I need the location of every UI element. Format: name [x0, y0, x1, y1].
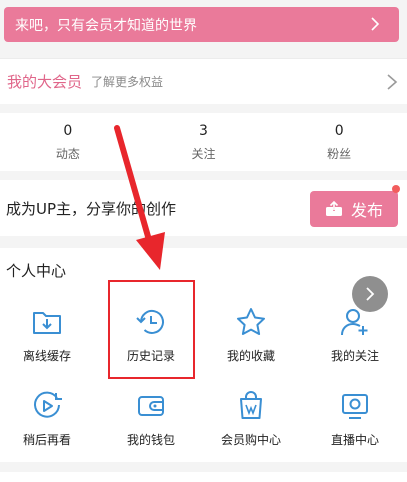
play-later-icon — [34, 391, 62, 418]
shopping-bag-icon — [240, 391, 262, 419]
stat-dynamics[interactable]: 0 动态 — [0, 113, 136, 171]
publish-button[interactable]: 发布 — [310, 191, 398, 227]
highlight-box — [108, 280, 195, 379]
tile-live-center[interactable]: 直播中心 — [310, 390, 400, 464]
bottom-strip — [0, 472, 407, 482]
tile-member-shop[interactable]: 会员购中心 — [206, 390, 296, 464]
member-row[interactable]: 我的大会员 了解更多权益 — [0, 58, 407, 104]
vip-banner-text: 来吧，只有会员才知道的世界 — [15, 17, 197, 34]
download-folder-icon — [33, 312, 61, 334]
tile-label: 离线缓存 — [22, 349, 71, 363]
tile-label: 直播中心 — [330, 433, 379, 447]
personal-center-title: 个人中心 — [6, 262, 67, 280]
notification-dot — [392, 185, 400, 193]
tile-label: 我的钱包 — [126, 433, 175, 447]
live-tv-icon — [342, 394, 368, 419]
tile-label: 稍后再看 — [22, 433, 71, 447]
stat-fans[interactable]: 0 粉丝 — [271, 113, 407, 171]
personal-center: 个人中心 离线缓存 历史记录 我的收藏 我的关注 稍后再看 我的钱包 会员购中心… — [0, 248, 407, 462]
stat-following[interactable]: 3 关注 — [136, 113, 272, 171]
tile-following[interactable]: 我的关注 — [310, 306, 400, 380]
tile-label: 我的关注 — [330, 349, 379, 363]
chevron-right-icon — [371, 17, 380, 31]
tile-label: 会员购中心 — [220, 433, 281, 447]
chevron-right-icon — [387, 74, 398, 90]
stat-value: 0 — [334, 123, 344, 139]
publish-label: 发布 — [350, 201, 383, 220]
up-promo-row: 成为UP主，分享你的创作 发布 — [0, 180, 407, 236]
wallet-icon — [138, 396, 164, 416]
user-add-icon — [341, 309, 368, 336]
upload-icon — [325, 201, 342, 216]
stat-value: 3 — [199, 123, 208, 139]
tile-wallet[interactable]: 我的钱包 — [106, 390, 196, 464]
star-icon — [237, 308, 265, 335]
tile-favorites[interactable]: 我的收藏 — [206, 306, 296, 380]
tile-offline-cache[interactable]: 离线缓存 — [2, 306, 92, 380]
tile-watch-later[interactable]: 稍后再看 — [2, 390, 92, 464]
stat-label: 粉丝 — [327, 147, 352, 161]
member-title: 我的大会员 — [7, 73, 83, 91]
chevron-right-icon — [366, 287, 375, 301]
up-promo-text: 成为UP主，分享你的创作 — [6, 199, 177, 218]
tile-label: 我的收藏 — [226, 349, 275, 363]
stat-value: 0 — [63, 123, 73, 139]
stat-label: 关注 — [191, 147, 216, 161]
stats-bar: 0 动态 3 关注 0 粉丝 — [0, 113, 407, 171]
member-subtitle: 了解更多权益 — [91, 75, 164, 89]
vip-banner[interactable]: 来吧，只有会员才知道的世界 — [4, 7, 399, 42]
stat-label: 动态 — [55, 147, 80, 161]
